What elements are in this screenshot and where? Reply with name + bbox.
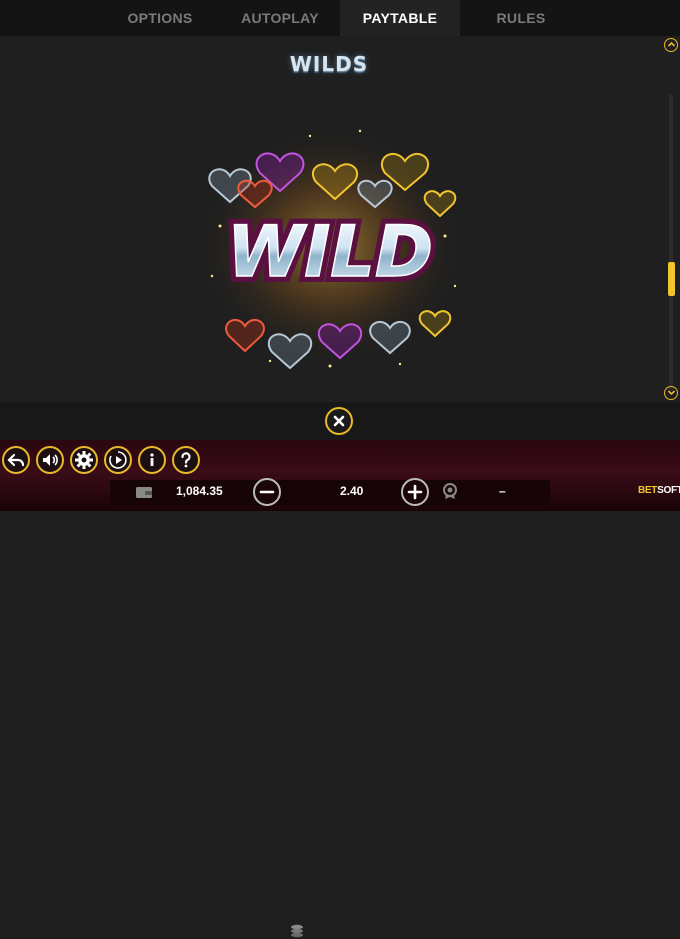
back-button[interactable] [2,446,30,474]
bet-value: 2.40 [340,484,364,498]
chevron-up-icon [667,41,675,47]
close-bar [0,402,680,440]
scrollbar-thumb[interactable] [668,262,675,296]
speaker-icon [43,454,58,466]
sound-button[interactable] [36,446,64,474]
tab-bar: OPTIONS AUTOPLAY PAYTABLE RULES [0,0,680,36]
settings-button[interactable] [70,446,98,474]
question-icon [181,452,191,468]
paytable-content: WILDS WILD WILD [0,36,680,402]
info-button[interactable] [138,446,166,474]
info-icon [150,453,154,466]
tab-options[interactable]: OPTIONS [110,0,210,36]
wallet-icon [136,487,152,498]
wild-symbol-image: WILD WILD [195,126,465,370]
help-button[interactable] [172,446,200,474]
gear-icon [75,451,93,469]
brand-logo: BETSOFT [638,485,680,496]
chevron-down-icon [667,390,675,396]
wild-text: WILD [227,211,433,293]
scroll-down-button[interactable] [664,386,678,400]
section-title: WILDS [289,52,369,76]
bet-increase-button[interactable] [401,478,429,506]
plus-icon [407,484,423,500]
tab-rules[interactable]: RULES [471,0,571,36]
close-button[interactable] [325,407,353,435]
tab-paytable[interactable]: PAYTABLE [340,0,460,36]
bottom-bar: 1,084.35 2.40 – [0,440,680,938]
back-arrow-icon [7,453,25,467]
coins-icon [291,924,303,938]
autoplay-button[interactable] [104,446,132,474]
brand-part1: BET [638,485,658,496]
scroll-up-button[interactable] [664,38,678,52]
bet-decrease-button[interactable] [253,478,281,506]
scrollbar-track[interactable] [669,94,673,390]
win-value: – [499,484,506,498]
medal-icon [443,483,457,499]
autoplay-icon [109,451,127,469]
brand-part2: SOFT [657,485,680,496]
tab-autoplay[interactable]: AUTOPLAY [230,0,330,36]
balance-value: 1,084.35 [176,484,223,498]
close-icon [333,415,345,427]
minus-icon [259,490,275,494]
